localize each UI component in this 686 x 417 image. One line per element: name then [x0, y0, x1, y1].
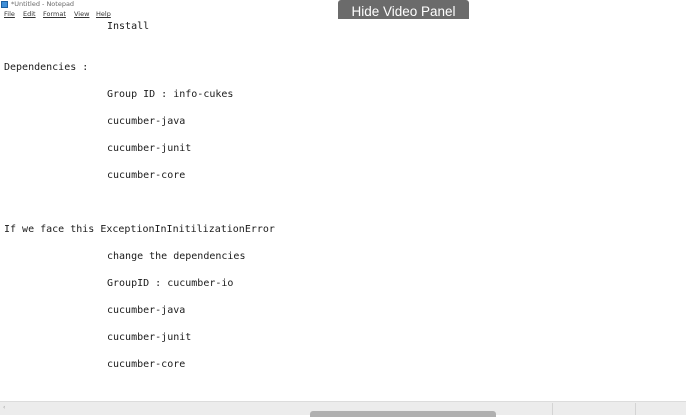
editor-line: cucumber-java	[107, 116, 186, 127]
editor-line: Dependencies :	[4, 62, 89, 73]
notepad-icon	[1, 1, 8, 8]
menu-help[interactable]: Help	[96, 10, 111, 19]
status-segment	[635, 403, 636, 415]
editor-line: If we face this ExceptionInInitilization…	[4, 224, 275, 235]
menu-file[interactable]: File	[4, 10, 15, 19]
menu-view[interactable]: View	[74, 10, 89, 19]
editor-line: change the dependencies	[107, 251, 246, 262]
editor-line: cucumber-junit	[107, 332, 192, 343]
editor-line: GroupID : cucumber-io	[107, 278, 234, 289]
window-title: *Untitled - Notepad	[11, 0, 75, 8]
horizontal-scrollbar[interactable]: ‹	[0, 401, 686, 417]
status-segment	[552, 403, 553, 415]
editor-line: cucumber-junit	[107, 143, 192, 154]
menu-edit[interactable]: Edit	[23, 10, 36, 19]
editor-line: cucumber-core	[107, 359, 186, 370]
scrollbar-thumb[interactable]	[310, 411, 496, 417]
text-editor-area[interactable]: Install Dependencies : Group ID : info-c…	[0, 19, 686, 401]
scroll-left-arrow-icon[interactable]: ‹	[3, 404, 5, 411]
editor-line: Install	[107, 21, 150, 32]
menu-format[interactable]: Format	[43, 10, 66, 19]
editor-line: Group ID : info-cukes	[107, 89, 234, 100]
editor-line: cucumber-java	[107, 305, 186, 316]
editor-line: cucumber-core	[107, 170, 186, 181]
